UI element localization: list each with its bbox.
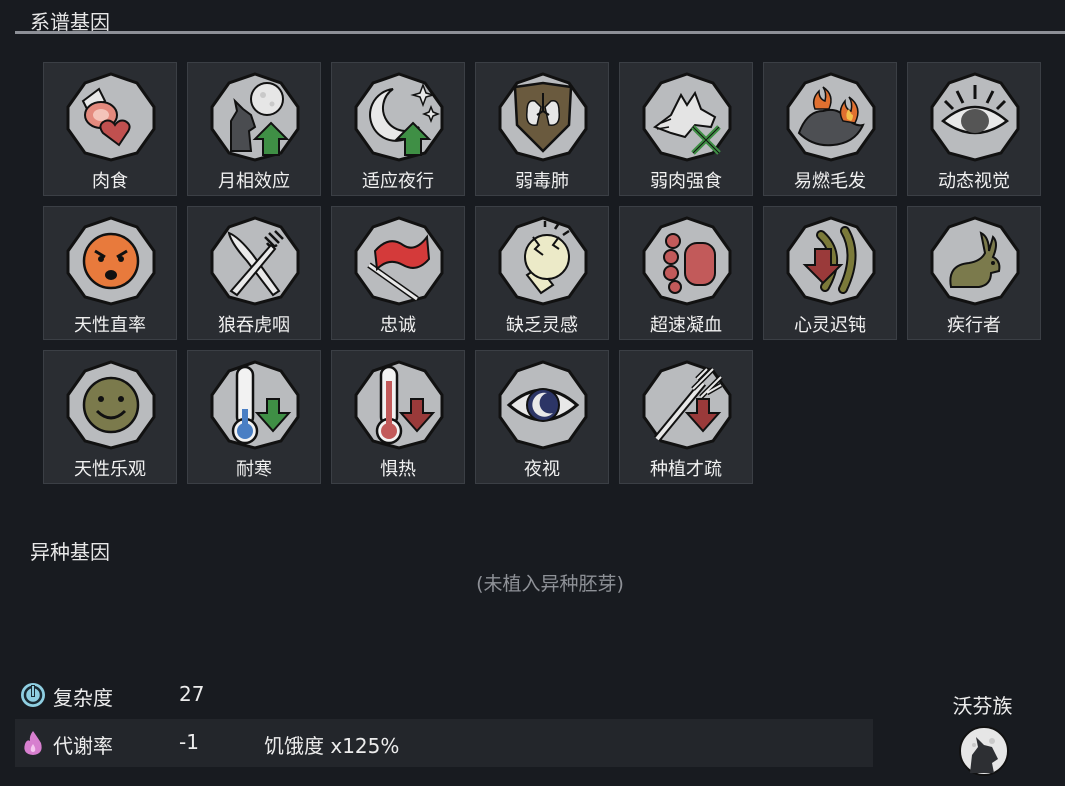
complexity-value: 27 xyxy=(179,682,205,706)
gene-label: 天性直率 xyxy=(74,315,146,336)
gene-label: 种植才疏 xyxy=(650,459,722,480)
gene-label: 缺乏灵感 xyxy=(506,315,578,336)
gene-label: 超速凝血 xyxy=(650,315,722,336)
alert-eye-icon xyxy=(930,72,1020,162)
xenotype-name: 沃芬族 xyxy=(952,694,1013,718)
gene-label: 耐寒 xyxy=(236,459,272,480)
gene-grid: 肉食 月相效应 适应夜行 弱毒肺 弱肉强食 易燃毛发 动态视觉 天性直率 狼吞虎… xyxy=(43,62,1041,484)
metabolism-label: 代谢率 xyxy=(53,734,113,758)
gene-label: 疾行者 xyxy=(947,315,1001,336)
gene-label: 弱毒肺 xyxy=(515,171,569,192)
wolf-moon-icon[interactable] xyxy=(958,725,1010,777)
gene-label: 易燃毛发 xyxy=(794,171,866,192)
gene-label: 天性乐观 xyxy=(74,459,146,480)
gene-card-moon-effect[interactable]: 月相效应 xyxy=(187,62,321,196)
gene-card-voracious[interactable]: 狼吞虎咽 xyxy=(187,206,321,340)
gene-label: 动态视觉 xyxy=(938,171,1010,192)
gene-label: 弱肉强食 xyxy=(650,171,722,192)
psychic-dull-icon xyxy=(786,216,876,306)
complexity-icon xyxy=(21,683,45,707)
gene-label: 惧热 xyxy=(380,459,416,480)
archite-empty-text: (未植入异种胚芽) xyxy=(476,573,624,595)
angry-face-icon xyxy=(66,216,156,306)
broken-bulb-icon xyxy=(498,216,588,306)
gene-card-flammable-fur[interactable]: 易燃毛发 xyxy=(763,62,897,196)
gene-card-loyal[interactable]: 忠诚 xyxy=(331,206,465,340)
heat-thermometer-icon xyxy=(354,360,444,450)
gene-label: 月相效应 xyxy=(218,171,290,192)
gene-card-carnivore[interactable]: 肉食 xyxy=(43,62,177,196)
gene-card-superclotting[interactable]: 超速凝血 xyxy=(619,206,753,340)
metabolism-value: -1 xyxy=(179,730,199,754)
gene-card-poor-plants[interactable]: 种植才疏 xyxy=(619,350,753,484)
gene-card-fast-runner[interactable]: 疾行者 xyxy=(907,206,1041,340)
night-eye-icon xyxy=(498,360,588,450)
gene-card-nocturnal[interactable]: 适应夜行 xyxy=(331,62,465,196)
gene-card-straightforward[interactable]: 天性直率 xyxy=(43,206,177,340)
cold-thermometer-icon xyxy=(210,360,300,450)
moon-stars-icon xyxy=(354,72,444,162)
gene-card-toxic-lung[interactable]: 弱毒肺 xyxy=(475,62,609,196)
gene-label: 肉食 xyxy=(92,171,128,192)
burning-fur-icon xyxy=(786,72,876,162)
meat-heart-icon xyxy=(66,72,156,162)
gene-label: 夜视 xyxy=(524,459,560,480)
complexity-label: 复杂度 xyxy=(53,686,113,710)
wolf-moon-icon xyxy=(210,72,300,162)
archite-title: 异种基因 xyxy=(30,540,110,564)
flag-icon xyxy=(354,216,444,306)
genes-panel: 系谱基因 肉食 月相效应 适应夜行 弱毒肺 弱肉强食 易燃毛发 动态视觉 天性直… xyxy=(0,0,1065,786)
metabolism-icon xyxy=(24,731,42,755)
gene-card-dynamic-vision[interactable]: 动态视觉 xyxy=(907,62,1041,196)
gene-card-night-vision[interactable]: 夜视 xyxy=(475,350,609,484)
title-divider xyxy=(15,31,1065,34)
complexity-row: 复杂度 27 xyxy=(15,671,873,719)
hunger-rate: 饥饿度 x125% xyxy=(264,734,400,758)
gene-label: 忠诚 xyxy=(380,315,416,336)
gene-label: 适应夜行 xyxy=(362,171,434,192)
rake-down-icon xyxy=(642,360,732,450)
lung-shield-icon xyxy=(498,72,588,162)
gene-card-optimist[interactable]: 天性乐观 xyxy=(43,350,177,484)
gene-card-heat-weak[interactable]: 惧热 xyxy=(331,350,465,484)
rabbit-icon xyxy=(930,216,1020,306)
gene-card-psychically-dull[interactable]: 心灵迟钝 xyxy=(763,206,897,340)
gene-label: 狼吞虎咽 xyxy=(218,315,290,336)
blood-clot-icon xyxy=(642,216,732,306)
gene-card-predator[interactable]: 弱肉强食 xyxy=(619,62,753,196)
gene-card-cold-tolerant[interactable]: 耐寒 xyxy=(187,350,321,484)
wolf-swords-icon xyxy=(642,72,732,162)
gene-card-uninspired[interactable]: 缺乏灵感 xyxy=(475,206,609,340)
metabolism-row: 代谢率 -1 饥饿度 x125% xyxy=(15,719,873,767)
gene-label: 心灵迟钝 xyxy=(794,315,866,336)
smile-face-icon xyxy=(66,360,156,450)
knife-fork-icon xyxy=(210,216,300,306)
